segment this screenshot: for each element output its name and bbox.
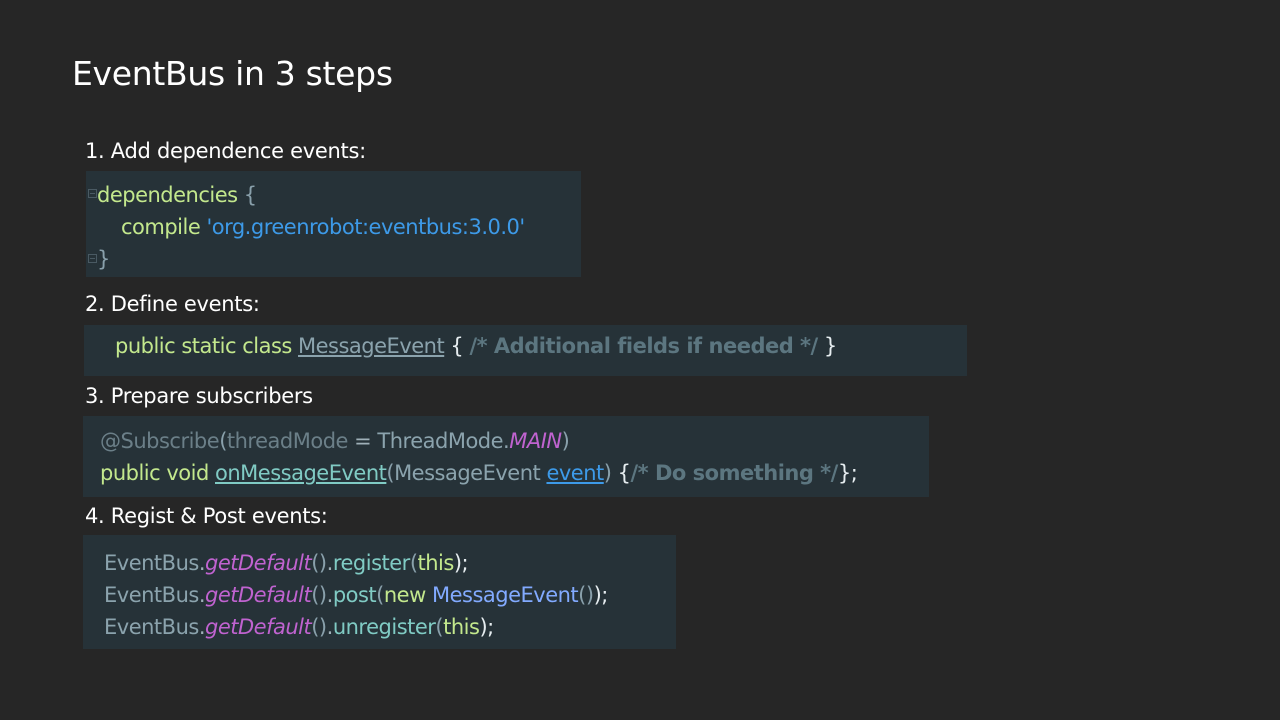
code-line: } [97, 247, 110, 271]
fold-close-icon [88, 254, 97, 263]
step-3-code-block: @Subscribe(threadMode = ThreadMode.MAIN)… [83, 416, 929, 497]
code-line: public void onMessageEvent(MessageEvent … [100, 461, 858, 485]
code-line: EventBus.getDefault().unregister(this); [104, 615, 494, 639]
code-line: compile 'org.greenrobot:eventbus:3.0.0' [121, 215, 525, 239]
fold-open-icon [88, 189, 97, 198]
step-3-heading: 3. Prepare subscribers [85, 384, 313, 408]
code-line: EventBus.getDefault().post(new MessageEv… [104, 583, 608, 607]
step-1-heading: 1. Add dependence events: [85, 139, 366, 163]
code-line: public static class MessageEvent { /* Ad… [115, 334, 837, 358]
step-1-code-block: dependencies { compile 'org.greenrobot:e… [86, 171, 581, 277]
code-line: EventBus.getDefault().register(this); [104, 551, 469, 575]
slide: EventBus in 3 steps 1. Add dependence ev… [0, 0, 1280, 720]
step-2-heading: 2. Define events: [85, 292, 260, 316]
step-4-heading: 4. Regist & Post events: [85, 504, 328, 528]
code-line: @Subscribe(threadMode = ThreadMode.MAIN) [100, 429, 570, 453]
step-2-code-block: public static class MessageEvent { /* Ad… [84, 325, 967, 376]
step-4-code-block: EventBus.getDefault().register(this); Ev… [83, 535, 676, 649]
slide-title: EventBus in 3 steps [72, 54, 393, 93]
code-line: dependencies { [97, 183, 257, 207]
